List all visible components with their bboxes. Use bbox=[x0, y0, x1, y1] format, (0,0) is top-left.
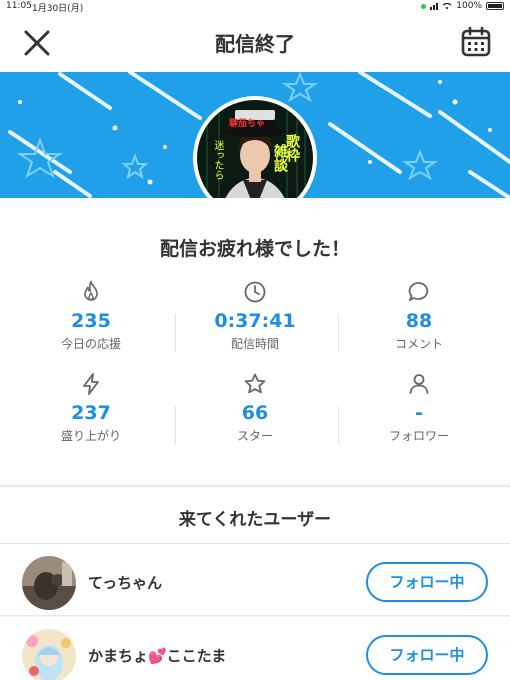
avatar-text-left: 迷ったら bbox=[212, 140, 223, 180]
comment-icon bbox=[408, 282, 429, 301]
user-name: てっちゃん bbox=[88, 574, 163, 592]
stat-value: 66 bbox=[241, 402, 269, 424]
page-title: 配信終了 bbox=[215, 32, 295, 56]
avatar-text-mid: 雑談 bbox=[272, 144, 288, 172]
users-section-title: 来てくれたユーザー bbox=[178, 510, 332, 530]
stat-label: コメント bbox=[394, 337, 443, 351]
divider bbox=[338, 406, 339, 444]
stat-value: 237 bbox=[71, 402, 111, 424]
user-row[interactable]: かまちょ💕ここたま フォロー中 bbox=[0, 617, 510, 680]
status-bar: 11:05 1月30日(月) 100% bbox=[0, 0, 510, 14]
summary-card: 配信お疲れ様でした！ 235 今日の応援 0:37:41 配信時間 88 コメン… bbox=[0, 198, 510, 484]
stat-value: 88 bbox=[405, 310, 433, 332]
stat-label: フォロワー bbox=[388, 429, 449, 443]
follow-button[interactable]: フォロー中 bbox=[366, 562, 488, 602]
stat-stars: 66 スター bbox=[170, 372, 340, 444]
battery-percent: 100% bbox=[456, 1, 482, 11]
stat-label: 配信時間 bbox=[230, 337, 279, 351]
user-avatar[interactable] bbox=[22, 556, 76, 610]
stat-label: スター bbox=[236, 429, 273, 443]
stat-cheers: 235 今日の応援 bbox=[6, 280, 176, 352]
stat-followers: - フォロワー bbox=[334, 372, 504, 444]
user-row[interactable]: てっちゃん フォロー中 bbox=[0, 544, 510, 616]
user-name: かまちょ💕ここたま bbox=[88, 647, 227, 665]
wifi-icon bbox=[442, 2, 452, 10]
status-time: 11:05 bbox=[6, 1, 32, 11]
star-icon bbox=[244, 373, 266, 394]
person-icon bbox=[409, 374, 429, 394]
avatar-text-top: 聊茄ちゃ bbox=[229, 119, 266, 129]
clock-icon bbox=[244, 281, 266, 303]
stat-label: 今日の応援 bbox=[60, 337, 121, 351]
battery-icon bbox=[486, 2, 504, 10]
end-message: 配信お疲れ様でした！ bbox=[159, 238, 350, 260]
status-date: 1月30日(月) bbox=[32, 4, 84, 14]
divider bbox=[175, 406, 176, 444]
stat-value: 235 bbox=[71, 310, 111, 332]
divider bbox=[338, 314, 339, 352]
stat-excitement: 237 盛り上がり bbox=[6, 372, 176, 444]
stat-label: 盛り上がり bbox=[60, 429, 121, 443]
flame-icon bbox=[84, 280, 98, 301]
signal-icon bbox=[430, 2, 439, 10]
follow-button[interactable]: フォロー中 bbox=[366, 635, 488, 675]
user-avatar[interactable] bbox=[22, 629, 76, 680]
stat-value: - bbox=[415, 402, 423, 424]
stat-value: 0:37:41 bbox=[214, 310, 296, 332]
stat-comments: 88 コメント bbox=[334, 280, 504, 352]
divider bbox=[175, 314, 176, 352]
status-right: 100% bbox=[421, 1, 504, 11]
camera-indicator-icon bbox=[421, 3, 427, 9]
lightning-icon bbox=[83, 373, 99, 395]
nav-bar: 配信終了 bbox=[0, 14, 510, 72]
users-section-header: 来てくれたユーザー bbox=[0, 486, 510, 544]
stat-duration: 0:37:41 配信時間 bbox=[170, 280, 340, 352]
calendar-icon[interactable] bbox=[460, 26, 492, 58]
